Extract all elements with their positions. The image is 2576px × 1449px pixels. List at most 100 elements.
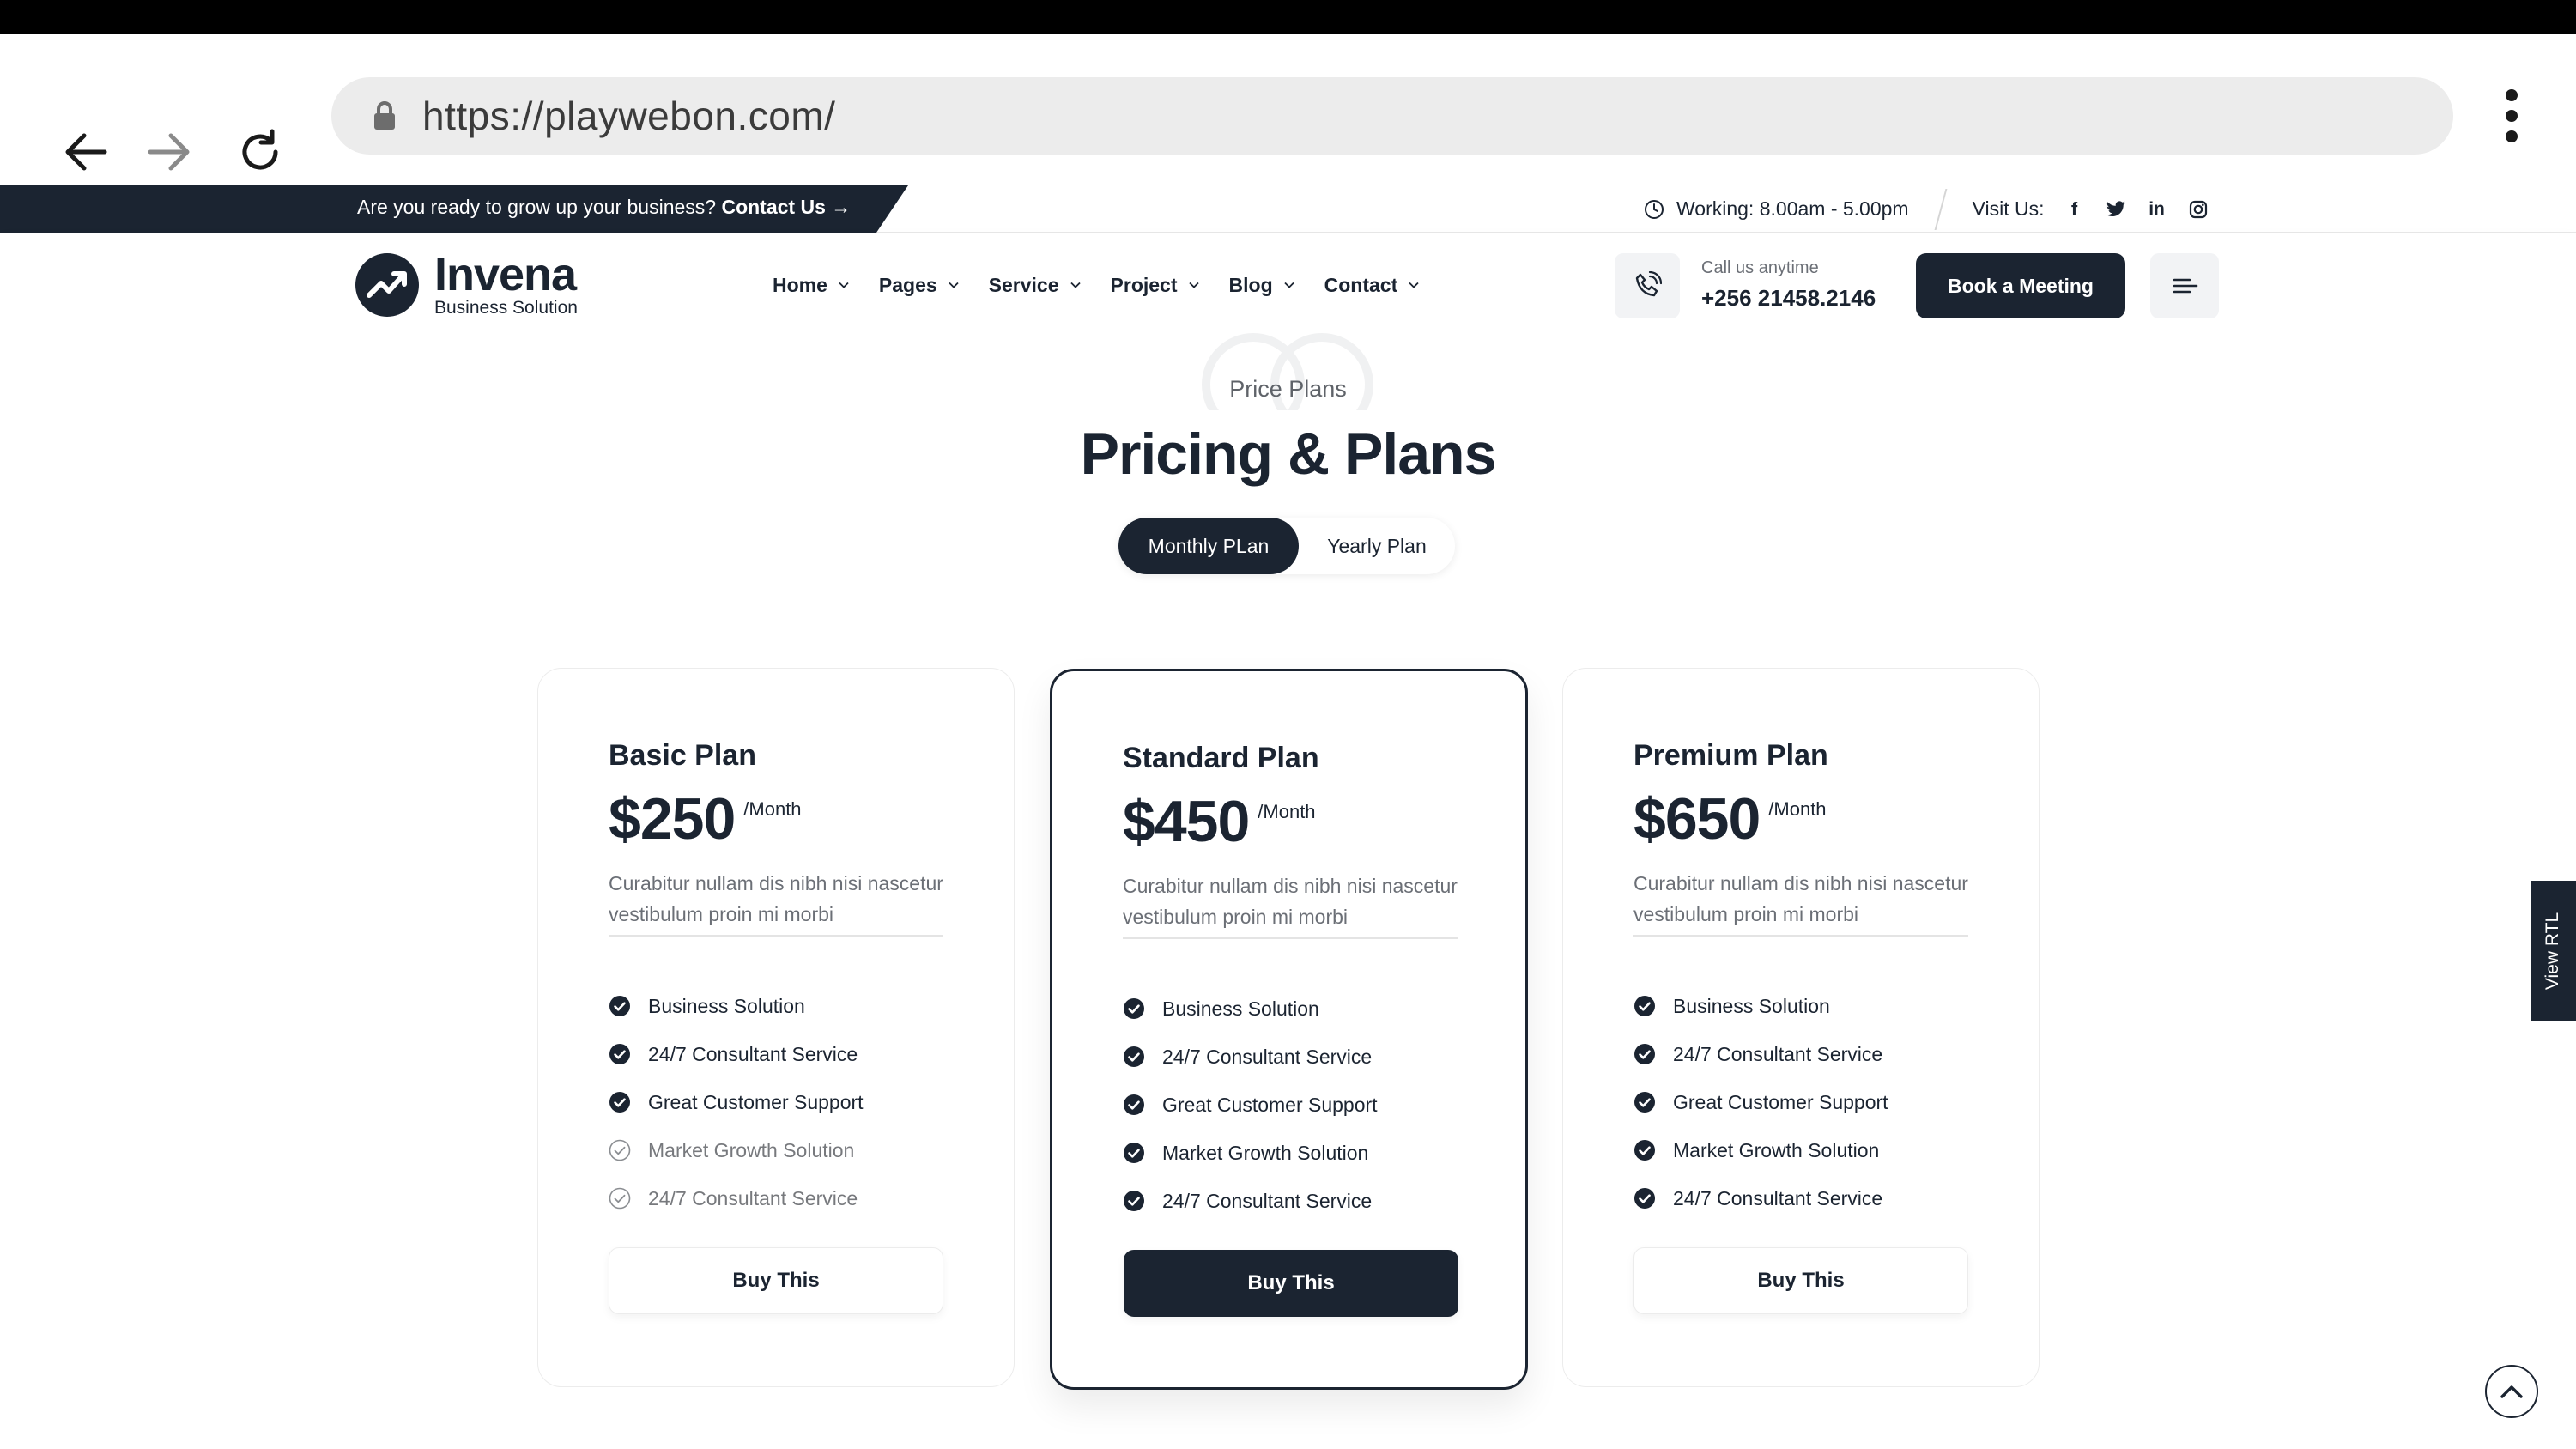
feature-item-excluded: Market Growth Solution — [609, 1126, 864, 1174]
check-circle-filled-icon — [1634, 1188, 1655, 1209]
check-circle-filled-icon — [609, 1092, 630, 1113]
monthly-plan-tab[interactable]: Monthly PLan — [1118, 518, 1299, 574]
promo-message: Are you ready to grow up your business? … — [357, 196, 851, 219]
menu-icon — [2173, 278, 2198, 294]
address-bar[interactable]: https://playwebon.com/ — [331, 77, 2453, 155]
chevron-down-icon — [1409, 282, 1419, 288]
nav-item-project[interactable]: Project — [1111, 274, 1200, 297]
divider — [1633, 935, 1968, 937]
plan-name: Standard Plan — [1123, 742, 1319, 774]
price-period: /Month — [1258, 801, 1316, 822]
feature-item: Business Solution — [609, 982, 864, 1030]
price-period: /Month — [1768, 798, 1827, 820]
chevron-down-icon — [949, 282, 959, 288]
logo-name: Invena — [434, 249, 577, 300]
check-circle-outline-icon — [609, 1139, 631, 1161]
call-label: Call us anytime — [1701, 258, 1819, 277]
feature-item: Great Customer Support — [1123, 1081, 1378, 1129]
plan-price: $250 /Month — [609, 785, 802, 853]
linkedin-icon[interactable]: in — [2146, 198, 2168, 221]
feature-item: Market Growth Solution — [1633, 1126, 1888, 1174]
feature-list: Business Solution 24/7 Consultant Servic… — [1123, 985, 1378, 1225]
chevron-up-icon — [2500, 1385, 2523, 1398]
nav-item-blog[interactable]: Blog — [1229, 274, 1295, 297]
plan-name: Premium Plan — [1633, 739, 1828, 772]
price-amount: $450 — [1123, 789, 1250, 854]
plan-card-basic: Basic Plan $250 /Month Curabitur nullam … — [537, 668, 1015, 1387]
top-info-bar: Are you ready to grow up your business? … — [0, 185, 2576, 233]
phone-icon-box[interactable] — [1615, 253, 1680, 318]
contact-us-link[interactable]: Contact Us → — [721, 196, 851, 218]
feature-item: Business Solution — [1633, 982, 1888, 1030]
buy-basic-button[interactable]: Buy This — [609, 1247, 943, 1314]
call-number[interactable]: +256 21458.2146 — [1701, 285, 1876, 312]
nav-item-service[interactable]: Service — [989, 274, 1082, 297]
check-circle-filled-icon — [1124, 998, 1144, 1019]
twitter-icon[interactable] — [2105, 198, 2127, 221]
main-nav: Home Pages Service Project Blog Contact — [773, 233, 1449, 337]
visit-us-label: Visit Us: — [1972, 197, 2045, 220]
view-rtl-button[interactable]: View RTL — [2531, 881, 2576, 1021]
section-title: Pricing & Plans — [1080, 421, 1497, 487]
book-meeting-button[interactable]: Book a Meeting — [1916, 253, 2125, 318]
chevron-down-icon — [1070, 282, 1081, 288]
sidebar-toggle-button[interactable] — [2150, 253, 2219, 318]
topbar-right: Working: 8.00am - 5.00pm Visit Us: f in — [1644, 185, 2209, 233]
browser-menu-button[interactable] — [2486, 86, 2537, 146]
instagram-icon[interactable] — [2187, 198, 2209, 221]
nav-item-contact[interactable]: Contact — [1324, 274, 1421, 297]
clock-icon — [1645, 199, 1664, 219]
check-circle-filled-icon — [609, 996, 630, 1016]
plan-price: $450 /Month — [1123, 787, 1316, 856]
divider — [1934, 188, 1948, 230]
check-circle-filled-icon — [609, 1044, 630, 1064]
feature-list: Business Solution 24/7 Consultant Servic… — [609, 982, 864, 1222]
feature-item: 24/7 Consultant Service — [1633, 1030, 1888, 1078]
call-info: Call us anytime +256 21458.2146 — [1701, 258, 1876, 312]
chevron-down-icon — [839, 282, 849, 288]
lock-icon — [367, 99, 402, 133]
feature-item-excluded: 24/7 Consultant Service — [609, 1174, 864, 1222]
check-circle-filled-icon — [1124, 1046, 1144, 1067]
check-circle-filled-icon — [1124, 1143, 1144, 1163]
divider — [1123, 937, 1458, 939]
back-button[interactable] — [47, 113, 124, 191]
arrow-right-icon: → — [831, 196, 852, 218]
site-header: Invena Business Solution Home Pages Serv… — [0, 233, 2576, 337]
plan-description: Curabitur nullam dis nibh nisi nascetur … — [609, 872, 943, 925]
plan-card-premium: Premium Plan $650 /Month Curabitur nulla… — [1562, 668, 2040, 1387]
price-amount: $650 — [1633, 786, 1761, 852]
feature-item: Market Growth Solution — [1123, 1129, 1378, 1177]
plan-description: Curabitur nullam dis nibh nisi nascetur … — [1123, 875, 1458, 928]
facebook-icon[interactable]: f — [2064, 198, 2086, 221]
scroll-to-top-button[interactable] — [2485, 1365, 2538, 1418]
plan-card-standard: Standard Plan $450 /Month Curabitur null… — [1050, 669, 1528, 1390]
section-subtitle: Price Plans — [1229, 376, 1347, 402]
feature-item: Great Customer Support — [609, 1078, 864, 1126]
buy-standard-button[interactable]: Buy This — [1124, 1250, 1458, 1317]
buy-premium-button[interactable]: Buy This — [1633, 1247, 1968, 1314]
plan-description: Curabitur nullam dis nibh nisi nascetur … — [1633, 872, 1968, 925]
check-circle-filled-icon — [1634, 1140, 1655, 1161]
promo-strip: Are you ready to grow up your business? … — [0, 185, 908, 233]
social-links: f in — [2064, 198, 2209, 221]
pricing-section: Price Plans Pricing & Plans Monthly PLan… — [0, 333, 2576, 1449]
feature-item: 24/7 Consultant Service — [1123, 1177, 1378, 1225]
feature-item: Business Solution — [1123, 985, 1378, 1033]
plan-price: $650 /Month — [1633, 785, 1827, 853]
arrow-right-icon — [148, 133, 190, 171]
system-status-bar — [0, 0, 2576, 34]
check-circle-filled-icon — [1634, 996, 1655, 1016]
site-logo[interactable]: Invena Business Solution — [355, 252, 578, 318]
url-text: https://playwebon.com/ — [422, 94, 836, 138]
forward-button[interactable] — [130, 113, 208, 191]
promo-text: Are you ready to grow up your business? — [357, 196, 717, 218]
nav-item-home[interactable]: Home — [773, 274, 850, 297]
feature-item: Great Customer Support — [1633, 1078, 1888, 1126]
yearly-plan-tab[interactable]: Yearly Plan — [1299, 518, 1455, 574]
reload-button[interactable] — [221, 113, 299, 191]
nav-item-pages[interactable]: Pages — [879, 274, 960, 297]
price-amount: $250 — [609, 786, 736, 852]
logo-tagline: Business Solution — [434, 298, 578, 318]
feature-list: Business Solution 24/7 Consultant Servic… — [1633, 982, 1888, 1222]
